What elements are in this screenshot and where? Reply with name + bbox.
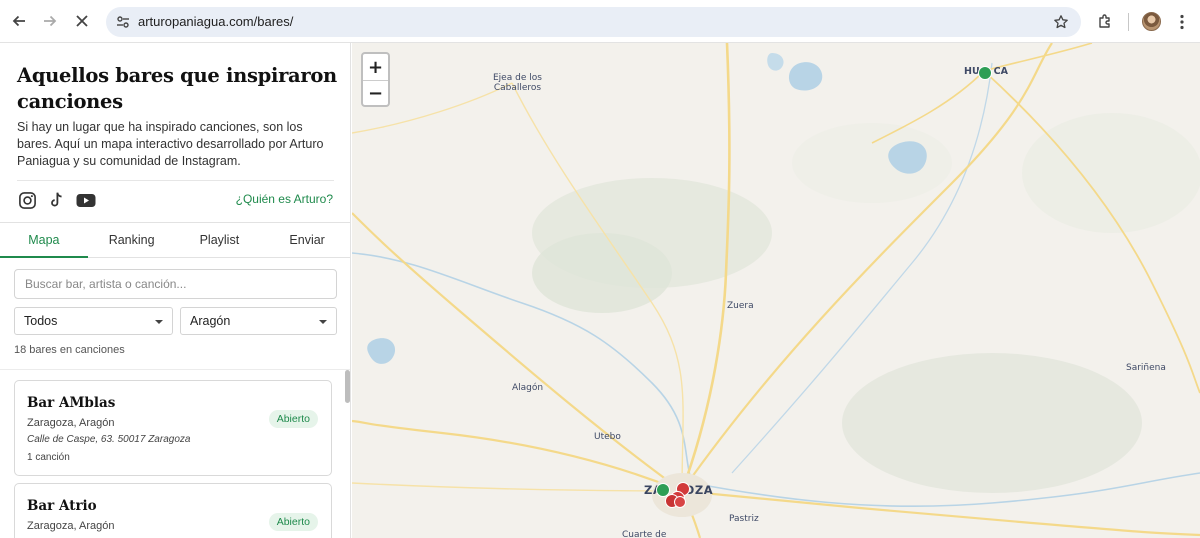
tab-enviar[interactable]: Enviar	[263, 223, 350, 257]
bar-location: Zaragoza, Aragón	[27, 520, 115, 532]
bar-list: Bar AMblas Zaragoza, Aragón Calle de Cas…	[0, 370, 350, 538]
region-filter-value: Aragón	[190, 314, 231, 328]
extensions-puzzle-icon[interactable]	[1094, 10, 1116, 32]
scrollbar-thumb[interactable]	[345, 370, 350, 403]
map-view[interactable]: + − Ejea de los Caballeros HU CA Zuera Ala…	[352, 43, 1200, 538]
place-label-alagon: Alagón	[512, 383, 544, 393]
place-label-cuarte: Cuarte de	[622, 530, 667, 538]
profile-avatar[interactable]	[1142, 12, 1161, 31]
back-button[interactable]	[6, 8, 32, 34]
tiktok-icon[interactable]	[45, 189, 67, 211]
youtube-icon[interactable]	[75, 189, 97, 211]
bar-marker-open[interactable]	[978, 66, 992, 80]
bookmark-star-icon[interactable]	[1051, 12, 1071, 32]
region-filter-select[interactable]: Aragón	[180, 307, 337, 335]
tab-mapa[interactable]: Mapa	[0, 223, 88, 258]
zoom-control: + −	[361, 52, 390, 107]
browser-menu-icon[interactable]	[1174, 11, 1190, 33]
place-label-sarinena: Sariñena	[1126, 363, 1166, 373]
stop-loading-button[interactable]	[69, 8, 95, 34]
search-input[interactable]	[14, 269, 337, 299]
bar-card[interactable]: Bar Atrio Zaragoza, Aragón Abierto	[14, 483, 332, 538]
tab-ranking[interactable]: Ranking	[88, 223, 176, 257]
bar-location: Zaragoza, Aragón	[27, 417, 115, 429]
type-filter-value: Todos	[24, 314, 58, 328]
who-is-arturo-link[interactable]: ¿Quién es Arturo?	[236, 192, 333, 206]
sidebar-panel: Aquellos bares que inspiraron canciones …	[0, 43, 351, 538]
toolbar-separator	[1128, 13, 1129, 31]
bar-name: Bar AMblas	[27, 395, 116, 411]
page-title: Aquellos bares que inspiraron canciones	[17, 64, 337, 113]
chevron-down-icon	[155, 320, 163, 324]
browser-toolbar: arturopaniagua.com/bares/	[0, 0, 1200, 43]
place-label-zuera: Zuera	[727, 301, 754, 311]
divider	[17, 180, 334, 181]
map-base-layer	[352, 43, 1200, 538]
bar-card[interactable]: Bar AMblas Zaragoza, Aragón Calle de Cas…	[14, 380, 332, 476]
bar-marker-closed[interactable]	[674, 496, 686, 508]
chevron-down-icon	[319, 320, 327, 324]
arrow-right-icon	[44, 15, 57, 27]
url-text: arturopaniagua.com/bares/	[138, 14, 294, 29]
results-count: 18 bares en canciones	[14, 344, 125, 356]
address-bar[interactable]: arturopaniagua.com/bares/	[106, 7, 1081, 37]
forward-button[interactable]	[37, 8, 63, 34]
instagram-icon[interactable]	[16, 189, 38, 211]
zoom-out-button[interactable]: −	[363, 80, 388, 106]
status-badge: Abierto	[268, 513, 318, 531]
place-label-pastriz: Pastriz	[729, 514, 759, 524]
tab-playlist[interactable]: Playlist	[176, 223, 264, 257]
list-scrollbar[interactable]	[345, 369, 350, 538]
arrow-left-icon	[12, 15, 25, 27]
type-filter-select[interactable]: Todos	[14, 307, 173, 335]
close-icon	[76, 15, 88, 27]
place-label-utebo: Utebo	[594, 432, 621, 442]
bar-name: Bar Atrio	[27, 498, 97, 514]
place-label-ejea: Ejea de los Caballeros	[493, 73, 542, 93]
zoom-in-button[interactable]: +	[363, 54, 388, 80]
status-badge: Abierto	[268, 410, 318, 428]
page-description: Si hay un lugar que ha inspirado cancion…	[17, 120, 324, 168]
bar-address: Calle de Caspe, 63. 50017 Zaragoza	[27, 434, 191, 445]
tab-bar: Mapa Ranking Playlist Enviar	[0, 222, 350, 258]
bar-song-count: 1 canción	[27, 452, 70, 463]
site-settings-icon[interactable]	[112, 11, 134, 33]
